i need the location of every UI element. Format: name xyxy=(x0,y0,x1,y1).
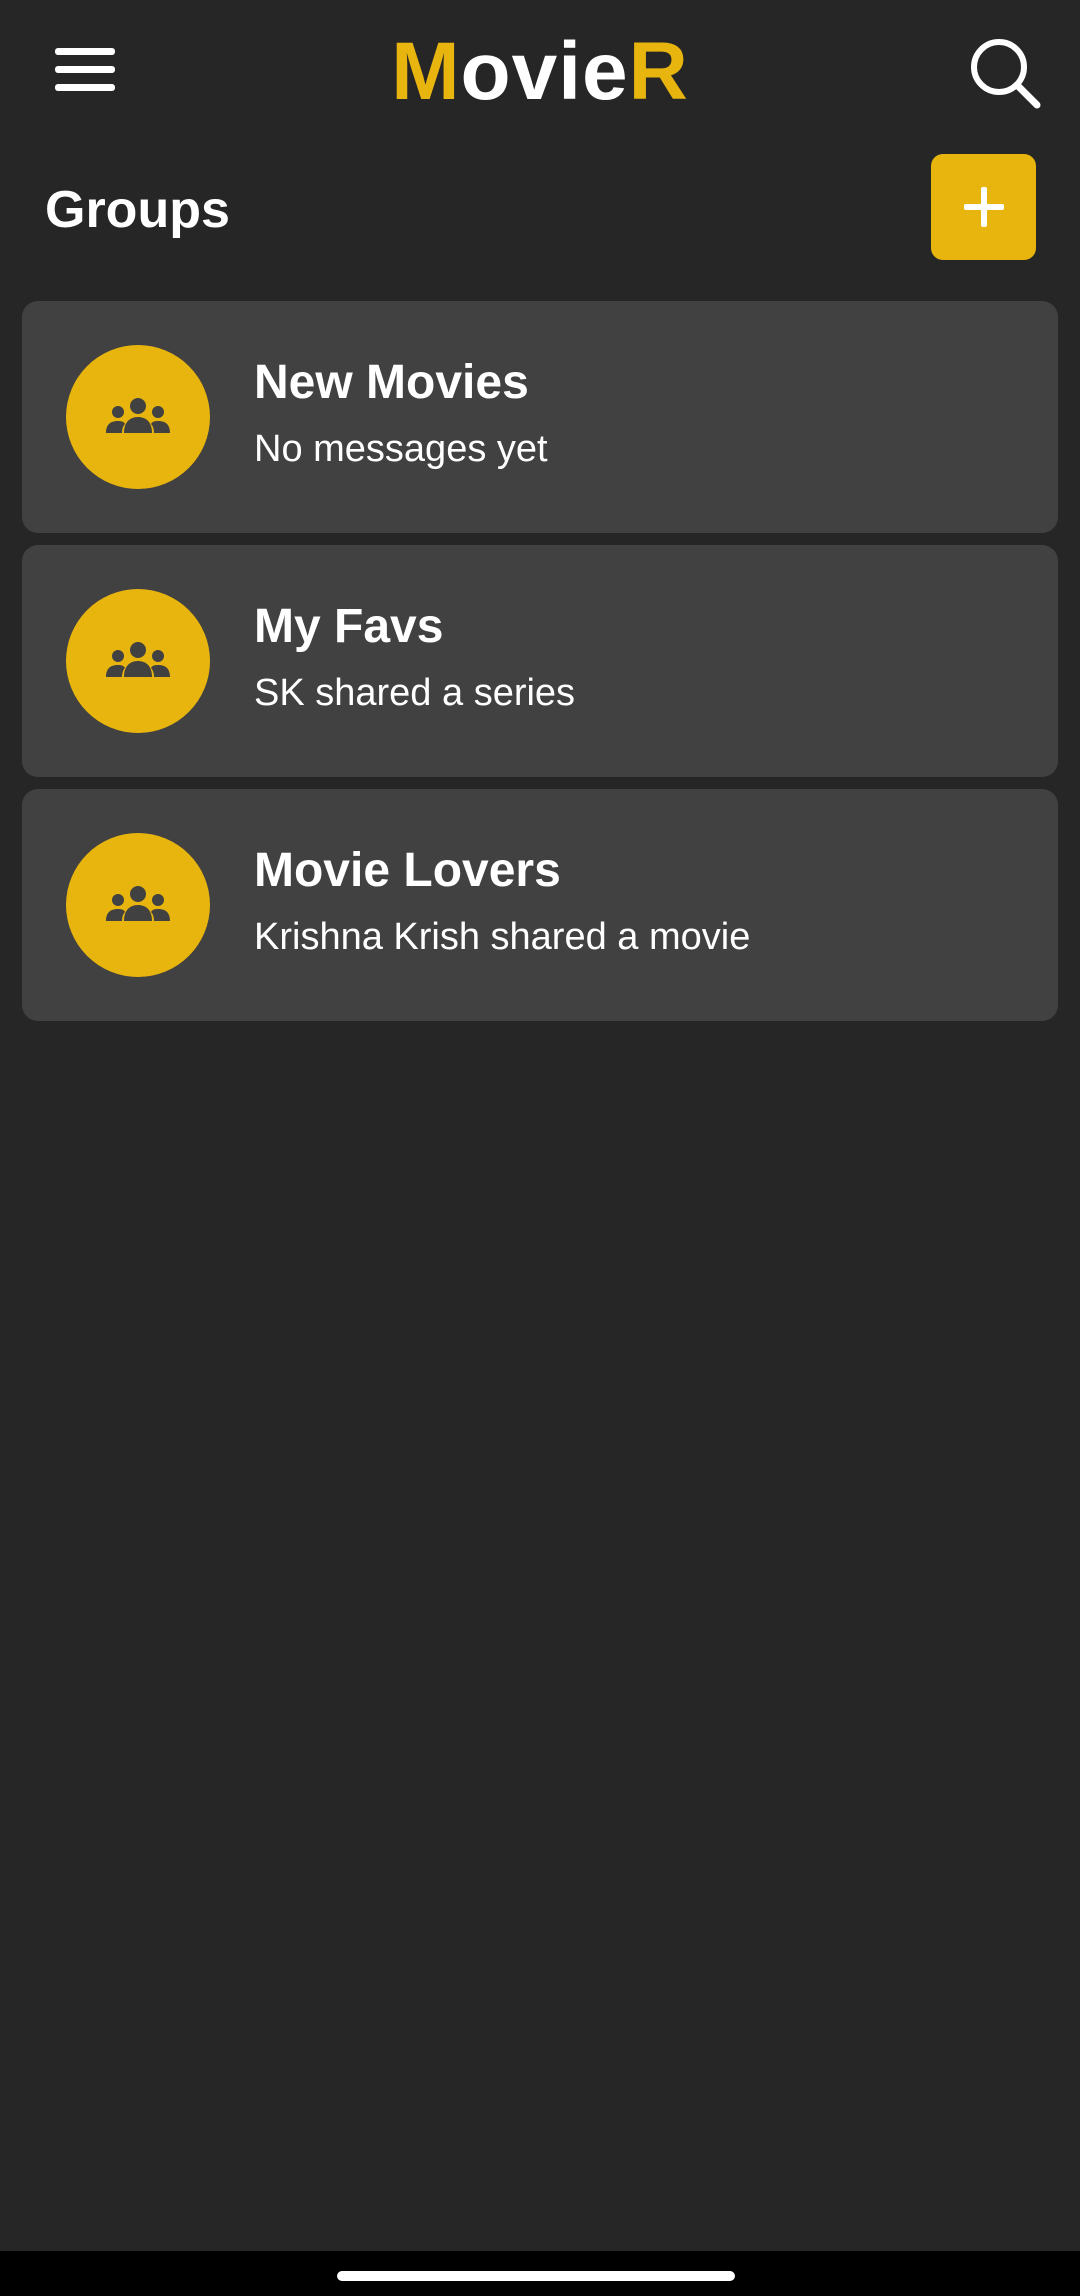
group-last-message: No messages yet xyxy=(254,428,548,470)
plus-icon xyxy=(963,187,1004,227)
groups-screen: MovieR Groups New Movies No messages yet… xyxy=(0,0,1080,2296)
group-name: New Movies xyxy=(254,356,529,409)
group-item-my-favs[interactable]: My Favs SK shared a series xyxy=(22,545,1058,777)
group-item-new-movies[interactable]: New Movies No messages yet xyxy=(22,301,1058,533)
group-icon xyxy=(106,886,170,921)
search-button[interactable] xyxy=(960,28,1050,118)
add-group-button[interactable] xyxy=(931,154,1036,260)
group-avatar xyxy=(66,345,210,489)
logo-letter-r: R xyxy=(628,26,689,117)
app-logo: MovieR xyxy=(0,22,1080,122)
group-name: Movie Lovers xyxy=(254,844,561,897)
search-icon xyxy=(971,39,1041,109)
group-icon xyxy=(106,642,170,677)
group-avatar xyxy=(66,589,210,733)
system-nav-bar xyxy=(0,2251,1080,2296)
group-icon xyxy=(106,398,170,433)
group-last-message: SK shared a series xyxy=(254,672,576,714)
logo-letter-m: M xyxy=(391,26,461,117)
logo-middle: ovie xyxy=(460,26,629,117)
app-bar: MovieR xyxy=(0,0,1080,140)
group-last-message: Krishna Krish shared a movie xyxy=(254,916,751,958)
page-title: Groups xyxy=(45,181,230,239)
home-indicator[interactable] xyxy=(337,2271,735,2281)
group-list: New Movies No messages yet My Favs SK sh… xyxy=(22,301,1058,1033)
group-item-movie-lovers[interactable]: Movie Lovers Krishna Krish shared a movi… xyxy=(22,789,1058,1021)
group-avatar xyxy=(66,833,210,977)
group-name: My Favs xyxy=(254,600,444,653)
